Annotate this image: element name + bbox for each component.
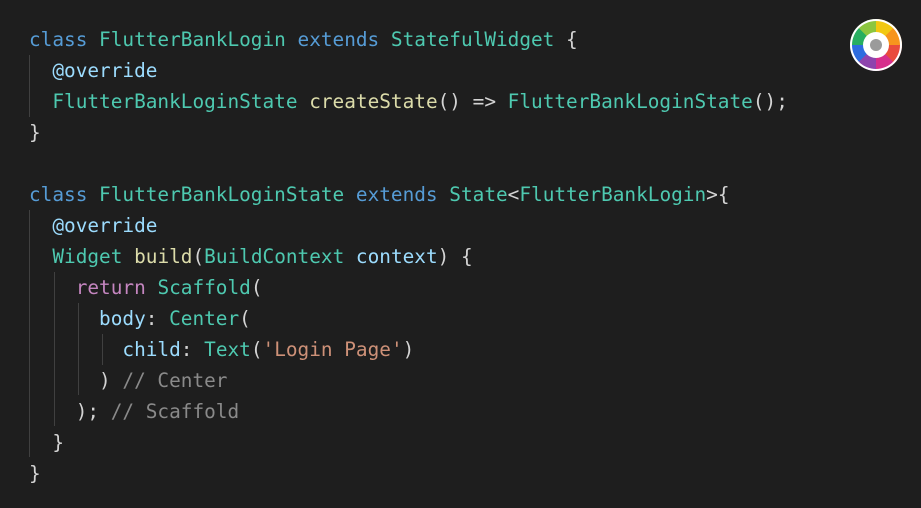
code-block[interactable]: class FlutterBankLogin extends StatefulW… [29,24,788,489]
code-token: ( [250,338,263,361]
code-line: Widget build(BuildContext context) { [29,241,788,272]
code-line: class FlutterBankLogin extends StatefulW… [29,24,788,55]
code-token: context [355,245,438,268]
code-token: Widget [52,245,135,268]
color-wheel-icon [850,19,902,71]
code-token: StatefulWidget [390,28,567,51]
code-token: } [29,121,41,144]
code-token: class [29,183,100,206]
code-token: < [507,183,520,206]
code-token: class [29,28,100,51]
code-line: ); // Scaffold [29,396,788,427]
code-token: createState [309,90,438,113]
code-token: >{ [706,183,730,206]
code-token: } [52,431,65,454]
code-token: { [566,28,578,51]
code-editor[interactable]: class FlutterBankLogin extends StatefulW… [0,0,921,508]
code-token: Scaffold [157,276,251,299]
code-line: class FlutterBankLoginState extends Stat… [29,179,788,210]
code-line: } [29,458,788,489]
code-token: : [180,338,205,361]
code-token: // Center [122,369,228,392]
code-line: @override [29,55,788,86]
code-token: FlutterBankLoginState [507,90,753,113]
code-token: FlutterBankLoginState [52,90,310,113]
code-token: BuildContext [204,245,356,268]
code-token: ); [75,400,111,423]
code-token: ) { [437,245,473,268]
code-line: return Scaffold( [29,272,788,303]
code-token: FlutterBankLoginState [99,183,356,206]
code-token: return [75,276,158,299]
code-token: Center [169,307,240,330]
code-token: ( [192,245,205,268]
code-token: } [29,462,41,485]
code-line: child: Text('Login Page') [29,334,788,365]
code-line: ) // Center [29,365,788,396]
code-line: } [29,427,788,458]
code-token: ) [402,338,415,361]
code-token: FlutterBankLogin [99,28,298,51]
color-wheel-core [870,39,882,51]
code-line: @override [29,210,788,241]
code-token: child [122,338,181,361]
code-token: ( [250,276,263,299]
code-token: build [134,245,193,268]
code-line: } [29,117,788,148]
code-line: FlutterBankLoginState createState() => F… [29,86,788,117]
code-token: body [99,307,146,330]
code-token: Text [204,338,251,361]
code-token: extends [355,183,450,206]
code-token: State [449,183,508,206]
code-token: (); [752,90,788,113]
code-token: @override [52,214,158,237]
code-token: ) [99,369,123,392]
code-line: body: Center( [29,303,788,334]
code-token: // Scaffold [110,400,240,423]
code-token: FlutterBankLogin [519,183,707,206]
code-token: () => [437,90,508,113]
code-token: : [145,307,170,330]
code-token: @override [52,59,158,82]
code-token: extends [297,28,391,51]
code-token: 'Login Page' [262,338,403,361]
code-token: ( [239,307,251,330]
